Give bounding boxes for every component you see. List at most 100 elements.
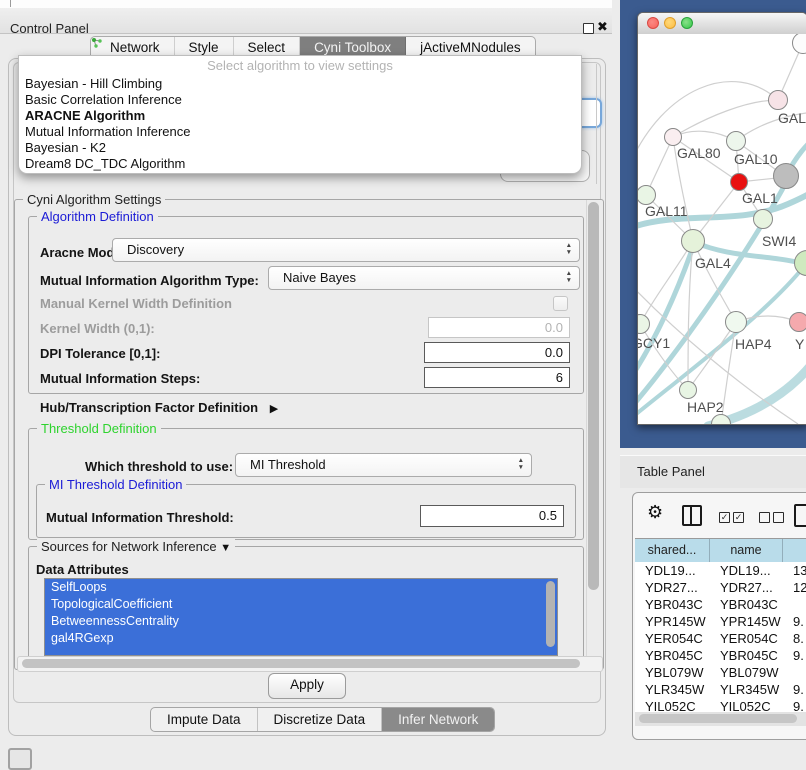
node-label-swi4: SWI4	[762, 233, 796, 249]
column-header-name[interactable]: name	[710, 539, 783, 563]
mi-steps-field[interactable]: 6	[424, 367, 570, 388]
tab-infer-network[interactable]: Infer Network	[382, 708, 494, 731]
dpi-tolerance-field[interactable]: 0.0	[424, 342, 570, 363]
table-horizontal-scrollbar-thumb[interactable]	[639, 714, 797, 723]
which-threshold-combo[interactable]: MI Threshold ▲▼	[235, 453, 532, 477]
dropdown-item-basic-correlation[interactable]: Basic Correlation Inference	[19, 92, 581, 108]
table-row[interactable]: YLR345WYLR345W9.	[635, 681, 806, 698]
table-row[interactable]: YBR045CYBR045C9.	[635, 647, 806, 664]
network-node-gal80[interactable]	[664, 128, 682, 146]
document-icon[interactable]	[794, 504, 806, 527]
dropdown-item-bayesian-k2[interactable]: Bayesian - K2	[19, 140, 581, 156]
control-panel-title: Control Panel	[10, 21, 89, 36]
column-header-partial[interactable]	[783, 539, 806, 563]
node-label-hap4: HAP4	[735, 336, 772, 352]
dropdown-item-bayesian-hill-climbing[interactable]: Bayesian - Hill Climbing	[19, 76, 581, 92]
checked-checkbox-icon[interactable]: ✓	[719, 512, 730, 523]
close-icon[interactable]: ✖	[597, 19, 608, 35]
settings-horizontal-scrollbar[interactable]	[17, 656, 603, 672]
which-threshold-label: Which threshold to use:	[85, 459, 233, 474]
dock-handle-icon[interactable]	[8, 748, 32, 770]
manual-kernel-checkbox[interactable]	[553, 296, 568, 311]
list-item-gal4rgexp[interactable]: gal4RGexp	[45, 630, 557, 647]
node-label-gal1: GAL1	[742, 190, 778, 206]
table-panel: ⚙ ✓ ✓ shared... name YDL19...YDL19...13 …	[632, 492, 806, 740]
unchecked-checkbox-icon[interactable]	[759, 512, 770, 523]
mi-type-combo[interactable]: Naive Bayes ▲▼	[268, 266, 580, 290]
node-label-gal80: GAL80	[677, 145, 721, 161]
settings-scrollbar-thumb[interactable]	[588, 202, 599, 590]
apply-button[interactable]: Apply	[268, 673, 346, 699]
bottom-tabbar: Impute Data Discretize Data Infer Networ…	[150, 707, 495, 732]
panel-top-tick	[10, 0, 11, 7]
mac-close-icon[interactable]	[647, 17, 659, 29]
table-row[interactable]: YIL052CYIL052C9.	[635, 698, 806, 712]
table-row[interactable]: YDL19...YDL19...13	[635, 562, 806, 579]
dropdown-item-aracne[interactable]: ARACNE Algorithm	[19, 108, 581, 124]
list-item-topologicalcoefficient[interactable]: TopologicalCoefficient	[45, 596, 557, 613]
gear-icon[interactable]: ⚙	[647, 502, 663, 523]
mi-type-label: Mutual Information Algorithm Type:	[40, 273, 259, 288]
column-header-shared-name[interactable]: shared...	[635, 539, 710, 563]
float-window-icon[interactable]	[583, 23, 594, 34]
list-scrollbar-thumb[interactable]	[546, 581, 555, 647]
network-canvas[interactable]: GALGAL80GAL10GAL1SWI4GAL11GAL4GCY1HAP4YH…	[638, 34, 806, 424]
network-node-gal1[interactable]	[730, 173, 748, 191]
network-node-gal[interactable]	[768, 90, 788, 110]
data-attributes-label: Data Attributes	[36, 562, 129, 577]
mi-steps-label: Mutual Information Steps:	[40, 371, 200, 386]
list-item-betweennesscentrality[interactable]: BetweennessCentrality	[45, 613, 557, 630]
network-window-titlebar[interactable]	[638, 13, 806, 35]
threshold-definition-title: Threshold Definition	[37, 421, 161, 436]
network-node-hap4[interactable]	[725, 311, 747, 333]
tab-impute-data[interactable]: Impute Data	[151, 708, 258, 731]
control-panel-titlebar: Control Panel ✖	[0, 8, 612, 34]
checked-checkbox-icon[interactable]: ✓	[733, 512, 744, 523]
columns-icon[interactable]	[682, 505, 702, 526]
settings-horizontal-scrollbar-thumb[interactable]	[22, 659, 580, 668]
settings-group-title: Cyni Algorithm Settings	[23, 192, 165, 207]
table-row[interactable]: YPR145WYPR145W9.	[635, 613, 806, 630]
network-node-swi4[interactable]	[753, 209, 773, 229]
table-panel-title: Table Panel	[637, 464, 705, 479]
dropdown-item-dream8[interactable]: Dream8 DC_TDC Algorithm	[19, 156, 581, 172]
tab-discretize-data[interactable]: Discretize Data	[258, 708, 383, 731]
network-node-y[interactable]	[789, 312, 806, 332]
mi-threshold-field[interactable]: 0.5	[420, 505, 564, 527]
mac-minimize-icon[interactable]	[664, 17, 676, 29]
list-item-selfloops[interactable]: SelfLoops	[45, 579, 557, 596]
kernel-width-label: Kernel Width (0,1):	[40, 321, 155, 336]
combo-stepper-icon: ▲▼	[518, 457, 524, 471]
hub-definition-expander[interactable]: Hub/Transcription Factor Definition ▶	[40, 400, 278, 415]
dpi-tolerance-label: DPI Tolerance [0,1]:	[40, 346, 160, 361]
table-horizontal-scrollbar[interactable]	[635, 712, 806, 726]
network-node-hap2[interactable]	[679, 381, 697, 399]
network-node-gal4[interactable]	[681, 229, 705, 253]
table-row[interactable]: YDR27...YDR27...12	[635, 579, 806, 596]
node-label-gal11: GAL11	[645, 203, 688, 219]
table-row[interactable]: YER054CYER054C8.	[635, 630, 806, 647]
network-view-window[interactable]: GALGAL80GAL10GAL1SWI4GAL11GAL4GCY1HAP4YH…	[637, 12, 806, 425]
groupbox-edge-fragment	[596, 64, 597, 184]
unchecked-checkbox-icon[interactable]	[773, 512, 784, 523]
expander-right-triangle-icon: ▶	[270, 403, 278, 415]
aracne-mode-combo[interactable]: Discovery ▲▼	[112, 238, 580, 262]
table-row[interactable]: YBR043CYBR043C	[635, 596, 806, 613]
mi-threshold-label: Mutual Information Threshold:	[46, 510, 234, 525]
table-header-row: shared... name	[635, 538, 806, 564]
node-label-y: Y	[795, 336, 804, 352]
node-label-hap2: HAP2	[687, 399, 724, 415]
algorithm-dropdown-popup: Select algorithm to view settings Bayesi…	[18, 55, 582, 174]
dropdown-item-mutual-information[interactable]: Mutual Information Inference	[19, 124, 581, 140]
mac-zoom-icon[interactable]	[681, 17, 693, 29]
network-node-gal10[interactable]	[726, 131, 746, 151]
kernel-width-field[interactable]: 0.0	[428, 317, 570, 338]
network-node[interactable]	[773, 163, 799, 189]
dropdown-prompt: Select algorithm to view settings	[19, 56, 581, 76]
manual-kernel-label: Manual Kernel Width Definition	[40, 296, 232, 311]
table-row[interactable]: YBL079WYBL079W	[635, 664, 806, 681]
algorithm-definition-title: Algorithm Definition	[37, 209, 158, 224]
data-attributes-list[interactable]: SelfLoops TopologicalCoefficient Between…	[44, 578, 558, 656]
sources-group-title[interactable]: Sources for Network Inference ▼	[37, 539, 235, 554]
combo-stepper-icon: ▲▼	[566, 270, 572, 284]
